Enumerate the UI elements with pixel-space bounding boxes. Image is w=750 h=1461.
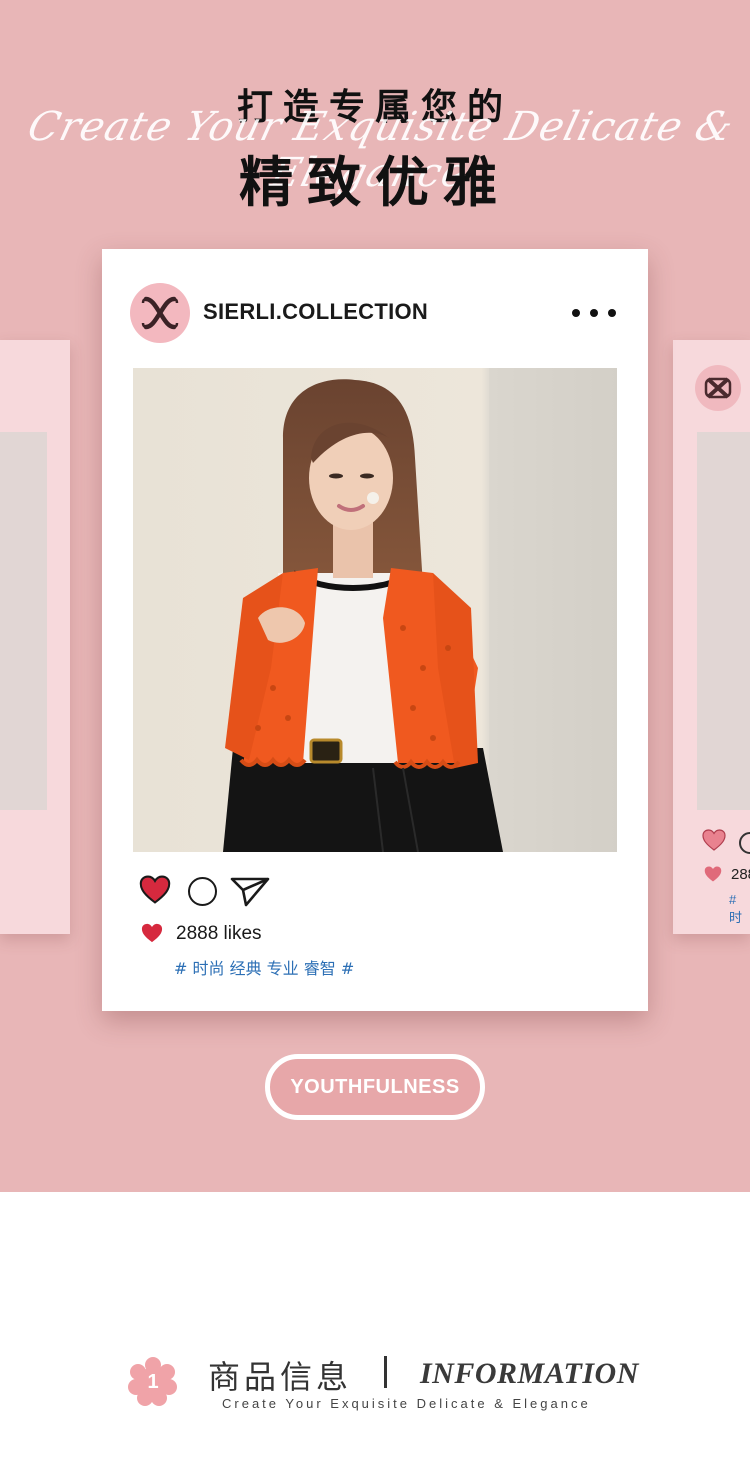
post-photo [133, 368, 617, 852]
side-card-right[interactable]: 288 # 时 [673, 340, 750, 934]
heart-like-icon[interactable] [138, 874, 172, 905]
section-divider [384, 1356, 387, 1388]
section-title-cn: 商品信息 [208, 1358, 353, 1396]
side-likes-text: 288 [731, 866, 750, 883]
side-card-photo [0, 432, 47, 810]
side-hashtag: # 时 [729, 892, 743, 925]
side-card-avatar [695, 365, 741, 411]
flower-number-icon: 1 [128, 1357, 177, 1406]
section-title-en: INFORMATION [420, 1357, 639, 1390]
hero-banner: 打造专属您的 Create Your Exquisite Delicate & … [0, 0, 750, 1192]
heart-icon [704, 866, 722, 882]
monogram-icon [704, 377, 732, 399]
share-send-icon[interactable] [230, 875, 270, 907]
side-card-photo [697, 432, 750, 810]
post-card: SIERLI.COLLECTION 2888 likes # 时尚 经典 专业 … [102, 249, 648, 1011]
youthfulness-button[interactable]: YOUTHFULNESS [265, 1054, 485, 1120]
section-number: 1 [147, 1371, 158, 1393]
side-card-left[interactable] [0, 340, 70, 934]
avatar[interactable] [130, 283, 190, 343]
sierli-monogram-icon [141, 296, 179, 330]
section-subtitle: Create Your Exquisite Delicate & Eleganc… [222, 1396, 591, 1411]
comment-icon[interactable] [739, 832, 750, 854]
account-username[interactable]: SIERLI.COLLECTION [203, 299, 428, 325]
heart-outline-icon[interactable] [701, 828, 727, 852]
comment-icon[interactable] [188, 877, 217, 906]
headline-large: 精致优雅 [239, 151, 511, 214]
heart-icon [141, 923, 163, 943]
model-photo-image [133, 368, 617, 852]
more-options-icon[interactable] [572, 301, 616, 325]
likes-count[interactable]: 2888 likes [176, 923, 262, 945]
hashtags[interactable]: # 时尚 经典 专业 睿智 # [174, 955, 354, 979]
